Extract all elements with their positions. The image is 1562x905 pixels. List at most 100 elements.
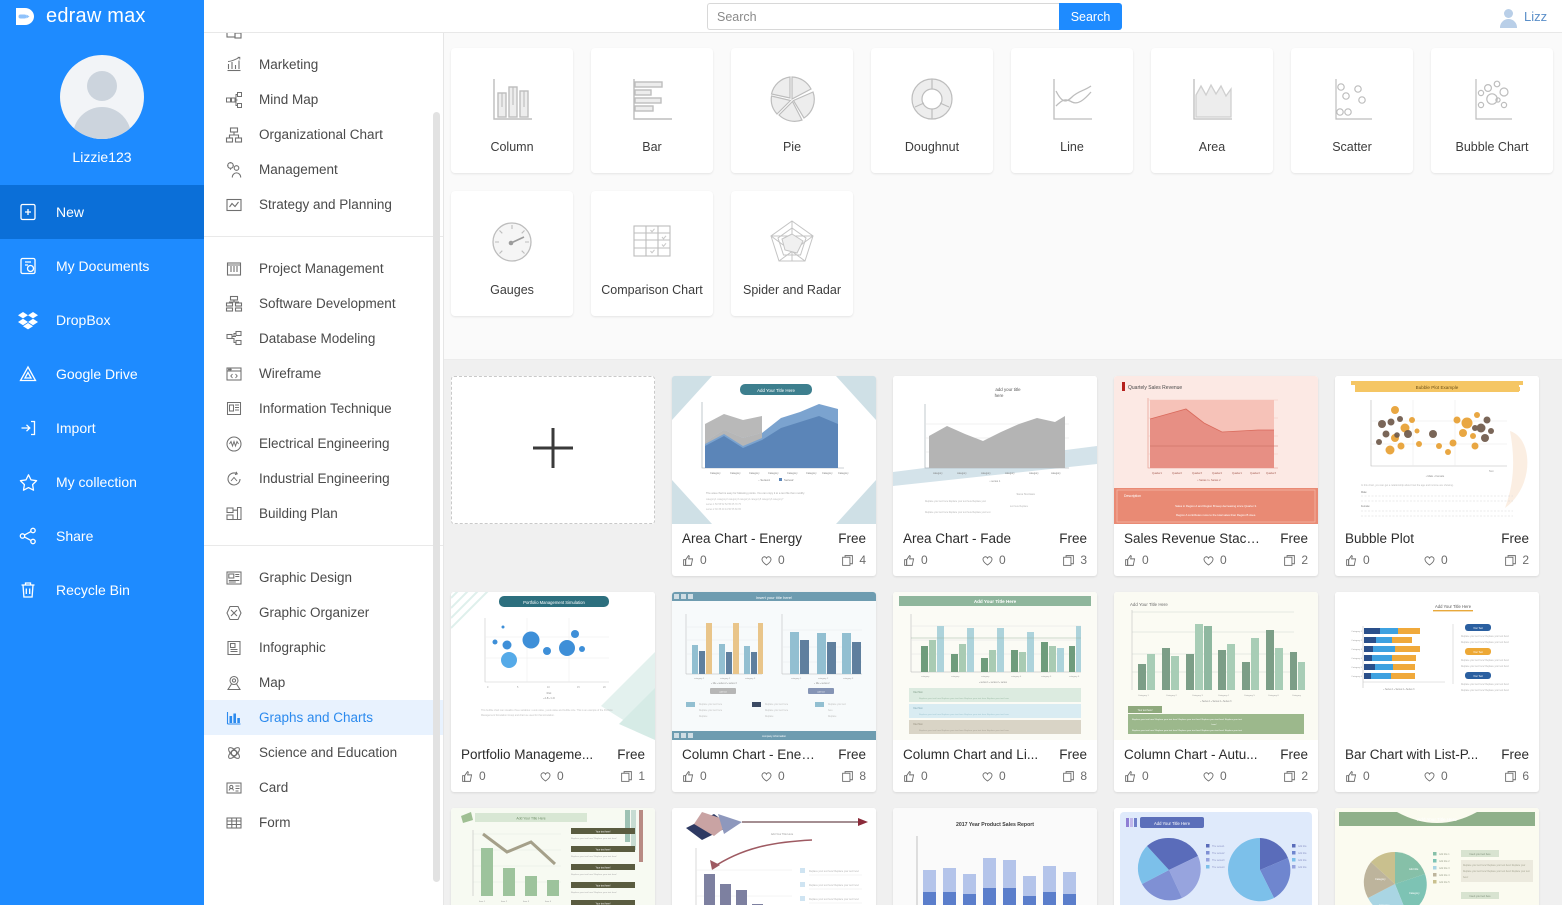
template-card[interactable]: Insert your title here! company informat… (672, 592, 876, 792)
favorite-stat[interactable]: 0 (981, 553, 1057, 567)
sidebar-item-label: DropBox (56, 312, 110, 328)
like-stat[interactable]: 0 (461, 769, 539, 783)
chart-type-column[interactable]: Column (451, 48, 573, 173)
template-card[interactable]: Bubble Plot Example (1335, 376, 1539, 576)
sidebar-item-new[interactable]: New (0, 185, 204, 239)
template-title: Portfolio Manageme... (461, 747, 593, 762)
copies-stat[interactable]: 8 (1062, 769, 1087, 783)
like-stat[interactable]: 0 (903, 553, 981, 567)
chart-type-doughnut[interactable]: Doughnut (871, 48, 993, 173)
svg-text:category 6: category 6 (1069, 675, 1080, 678)
category-item-science-and-education[interactable]: Science and Education (204, 735, 443, 770)
template-card[interactable]: Add Your Title Here (893, 592, 1097, 792)
category-item-strategy-and-planning[interactable]: Strategy and Planning (204, 187, 443, 222)
favorite-stat[interactable]: 0 (760, 769, 836, 783)
chart-type-bar[interactable]: Bar (591, 48, 713, 173)
template-card[interactable]: Add Your Title Here The series1 The se (1114, 808, 1318, 905)
template-card[interactable]: Quartely Sales Revenue Quarter1Quarter2Q… (1114, 376, 1318, 576)
like-stat[interactable]: 0 (1345, 553, 1423, 567)
category-item-mind-map[interactable]: Mind Map (204, 82, 443, 117)
favorite-stat[interactable]: 0 (1202, 553, 1278, 567)
search-button[interactable]: Search (1059, 3, 1122, 30)
brand-logo[interactable]: edraw max (0, 0, 204, 33)
sidebar-item-google-drive[interactable]: Google Drive (0, 347, 204, 401)
category-item-wireframe[interactable]: Wireframe (204, 356, 443, 391)
category-item-software-development[interactable]: Software Development (204, 286, 443, 321)
chart-type-scatter[interactable]: Scatter (1291, 48, 1413, 173)
category-item-management[interactable]: Management (204, 152, 443, 187)
search-input[interactable] (707, 3, 1059, 30)
category-item-graphs-and-charts[interactable]: Graphs and Charts (204, 700, 443, 735)
like-stat[interactable]: 0 (903, 769, 981, 783)
svg-text:Add Your Title Here: Add Your Title Here (516, 817, 545, 821)
template-card[interactable]: add your title here categorycategorycate… (893, 376, 1097, 576)
like-stat[interactable]: 0 (1124, 553, 1202, 567)
category-item-organizational-chart[interactable]: Organizational Chart (204, 117, 443, 152)
template-card[interactable]: Replace your text here! Replace your tex… (672, 808, 876, 905)
svg-text:category: category (921, 675, 930, 678)
category-item-graphic-organizer[interactable]: Graphic Organizer (204, 595, 443, 630)
category-item-project-management[interactable]: Project Management (204, 251, 443, 286)
chart-type-area[interactable]: Area (1151, 48, 1273, 173)
copies-stat[interactable]: 3 (1062, 553, 1087, 567)
template-card[interactable]: Add Your Title Here Add titleCategory (1335, 808, 1539, 905)
copies-stat[interactable]: 6 (1504, 769, 1529, 783)
category-item-marketing[interactable]: Marketing (204, 47, 443, 82)
template-card[interactable]: Add Your Title Here CategoryCategoryCate… (672, 376, 876, 576)
template-card[interactable]: 2017 Year Product Sales Report (893, 808, 1097, 905)
template-card[interactable]: Add Your Title Here (1114, 592, 1318, 792)
category-item-building-plan[interactable]: Building Plan (204, 496, 443, 531)
copies-stat[interactable]: 2 (1283, 769, 1308, 783)
category-item-industrial-engineering[interactable]: Industrial Engineering (204, 461, 443, 496)
sidebar-item-recycle-bin[interactable]: Recycle Bin (0, 563, 204, 617)
sidebar-item-share[interactable]: Share (0, 509, 204, 563)
sidebar-item-import[interactable]: Import (0, 401, 204, 455)
project-management-icon (224, 259, 244, 279)
svg-text:Female:: Female: (1361, 505, 1370, 508)
account-menu[interactable]: Lizz (1498, 0, 1558, 33)
favorite-stat[interactable]: 0 (760, 553, 836, 567)
chart-type-pie[interactable]: Pie (731, 48, 853, 173)
category-scrollbar[interactable] (433, 112, 440, 882)
chart-type-bubble-chart[interactable]: Bubble Chart (1431, 48, 1553, 173)
like-stat[interactable]: 0 (682, 769, 760, 783)
favorite-stat[interactable]: 0 (1423, 553, 1499, 567)
copies-stat[interactable]: 8 (841, 769, 866, 783)
sidebar-item-my-documents[interactable]: My Documents (0, 239, 204, 293)
user-avatar-icon[interactable] (60, 55, 144, 139)
category-item-map[interactable]: Map (204, 665, 443, 700)
template-meta: Bar Chart with List-P... Free 0 0 (1335, 740, 1539, 792)
copies-stat[interactable]: 1 (620, 769, 645, 783)
category-item-card[interactable]: Card (204, 770, 443, 805)
sidebar-item-dropbox[interactable]: DropBox (0, 293, 204, 347)
new-blank-template-card[interactable] (451, 376, 655, 524)
copies-stat[interactable]: 2 (1504, 553, 1529, 567)
category-item-form[interactable]: Form (204, 805, 443, 840)
category-item-database-modeling[interactable]: Database Modeling (204, 321, 443, 356)
favorite-stat[interactable]: 0 (1202, 769, 1278, 783)
favorite-stat[interactable]: 0 (539, 769, 615, 783)
category-item-information-technique[interactable]: Information Technique (204, 391, 443, 426)
template-card[interactable]: Portfolio Management Simulation (451, 592, 655, 792)
category-item-graphic-design[interactable]: Graphic Design (204, 560, 443, 595)
like-stat[interactable]: 0 (1124, 769, 1202, 783)
like-stat[interactable]: 0 (1345, 769, 1423, 783)
chart-type-spider-and-radar[interactable]: Spider and Radar (731, 191, 853, 316)
favorite-stat[interactable]: 0 (1423, 769, 1499, 783)
category-item-label: Mind Map (259, 92, 318, 107)
chart-types-row-1: Column Bar (451, 48, 1562, 173)
sidebar-item-my-collection[interactable]: My collection (0, 455, 204, 509)
favorite-stat[interactable]: 0 (981, 769, 1057, 783)
copies-stat[interactable]: 4 (841, 553, 866, 567)
svg-text:series 2 30 35 40 44 50: series 2 30 35 40 44 50 55 60 65 (706, 508, 742, 511)
like-stat[interactable]: 0 (682, 553, 760, 567)
chart-type-line[interactable]: Line (1011, 48, 1133, 173)
template-thumbnail-bar-list: Add Your Title Here (1335, 592, 1539, 740)
chart-type-gauges[interactable]: Gauges (451, 191, 573, 316)
template-card[interactable]: Add Your Title Here (451, 808, 655, 905)
category-item-infographic[interactable]: Infographic (204, 630, 443, 665)
copies-stat[interactable]: 2 (1283, 553, 1308, 567)
category-item-electrical-engineering[interactable]: Electrical Engineering (204, 426, 443, 461)
chart-type-comparison-chart[interactable]: Comparison Chart (591, 191, 713, 316)
template-card[interactable]: Add Your Title Here (1335, 592, 1539, 792)
